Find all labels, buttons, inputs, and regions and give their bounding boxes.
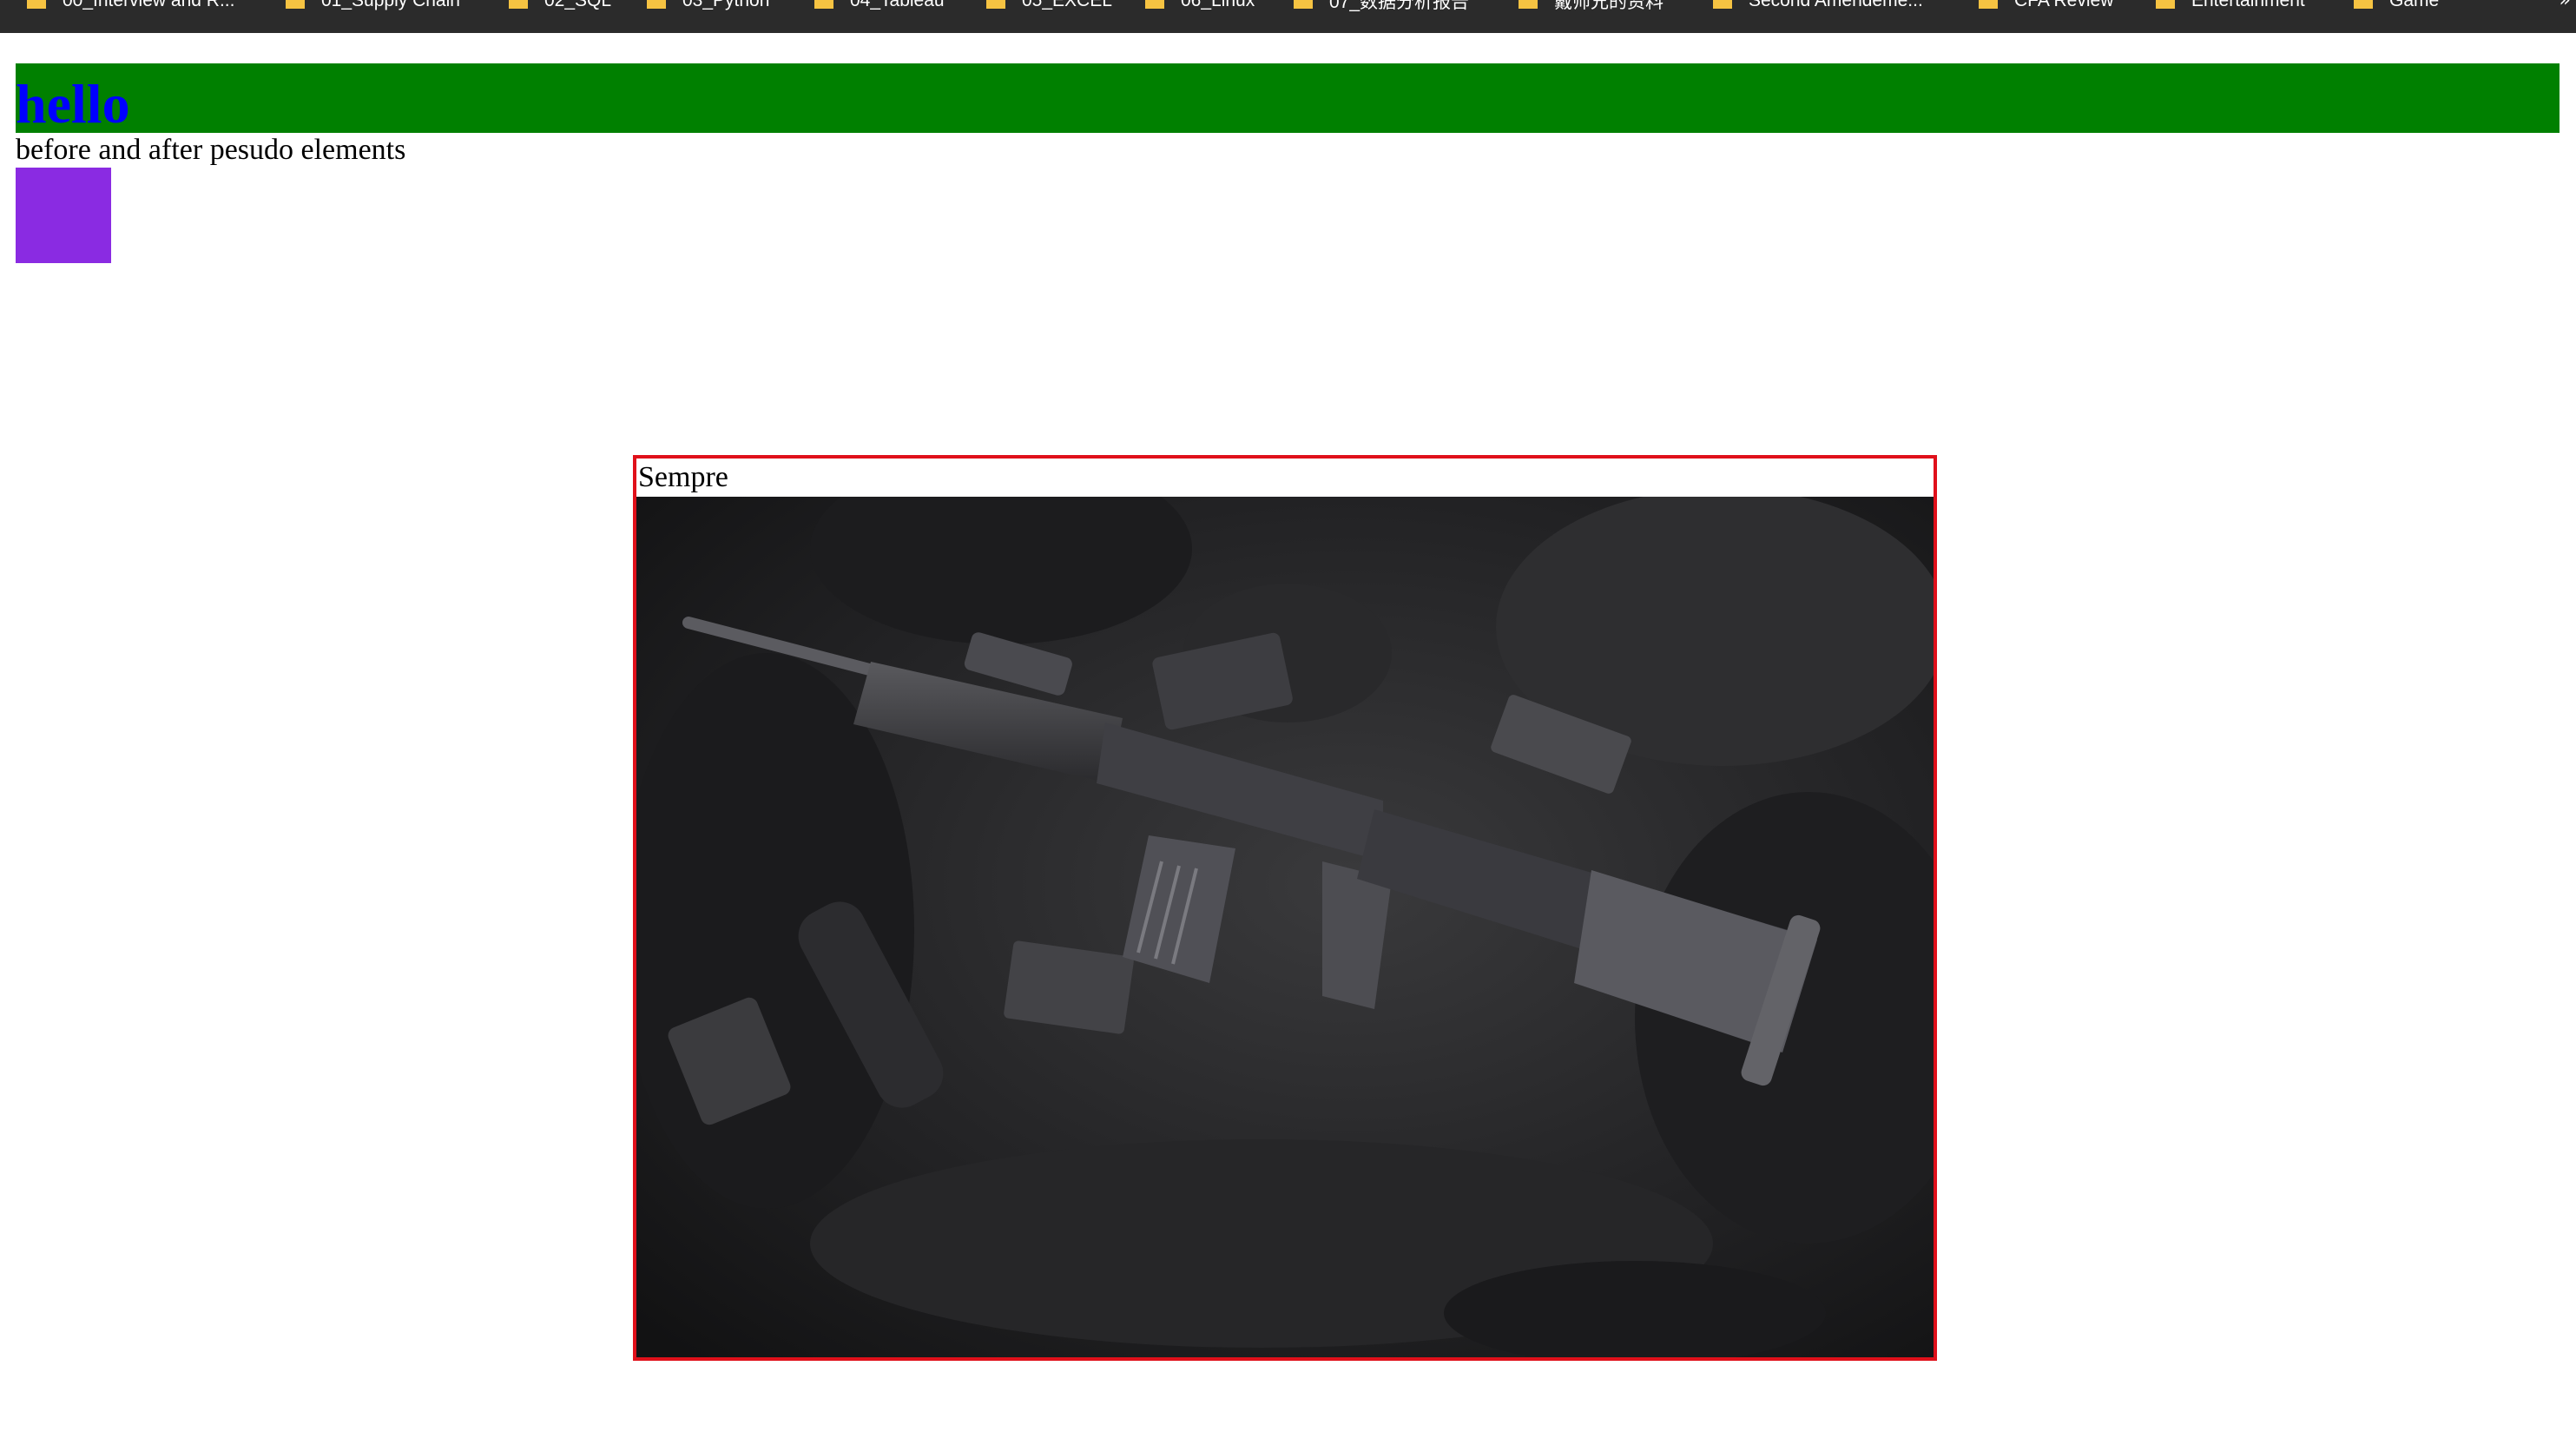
heading-text: hello — [16, 73, 130, 133]
bookmark-label: 01_Supply Chain — [321, 0, 460, 10]
folder-icon — [286, 0, 305, 9]
bookmark-game[interactable]: Game — [2353, 0, 2439, 12]
folder-icon — [814, 0, 833, 9]
bookmark-entertainment[interactable]: Entertainment — [2155, 0, 2305, 12]
bookmark-04-tableau[interactable]: 04_Tableau — [814, 0, 945, 12]
bookmark-label: 00_Interview and R... — [63, 0, 235, 10]
bookmark-label: 03_Python — [682, 0, 770, 10]
bookmark-label: 02_SQL — [544, 0, 612, 10]
folder-icon — [1713, 0, 1732, 9]
folder-icon — [2354, 0, 2373, 9]
rifle-photo — [636, 497, 1934, 1357]
bookmark-label: CFA Review — [2014, 0, 2114, 10]
subtitle-text: before and after pesudo elements — [16, 134, 406, 166]
bookmarks-bar: 00_Interview and R... 01_Supply Chain 02… — [0, 0, 2576, 33]
bookmark-dai-materials[interactable]: 戴师兄的资料 — [1518, 0, 1664, 12]
folder-icon — [27, 0, 46, 9]
bookmark-label: 04_Tableau — [850, 0, 945, 10]
bookmark-label: 戴师兄的资料 — [1554, 0, 1664, 12]
bookmark-label: Game — [2389, 0, 2440, 10]
bookmark-label: 06_Linux — [1181, 0, 1255, 10]
purple-square — [16, 168, 111, 263]
folder-icon — [509, 0, 528, 9]
bookmark-label: Second Amendeme... — [1749, 0, 1923, 10]
bookmark-07-reports[interactable]: 07_数据分析报告 — [1293, 0, 1469, 12]
folder-icon — [1294, 0, 1313, 9]
folder-icon — [1145, 0, 1164, 9]
folder-icon — [986, 0, 1005, 9]
bookmark-label: Entertainment — [2191, 0, 2305, 10]
page-heading: hello — [16, 63, 2560, 133]
image-caption: Sempre — [638, 461, 728, 493]
bookmark-06-linux[interactable]: 06_Linux — [1144, 0, 1255, 12]
bookmarks-overflow-chevron-icon[interactable]: » — [2560, 0, 2571, 11]
bookmark-02-sql[interactable]: 02_SQL — [508, 0, 611, 12]
folder-icon — [2156, 0, 2175, 9]
folder-icon — [1519, 0, 1538, 9]
bookmark-label: 05_EXCEL — [1022, 0, 1112, 10]
bookmark-cfa-review[interactable]: CFA Review — [1978, 0, 2113, 12]
bookmark-label: 07_数据分析报告 — [1329, 0, 1470, 12]
bookmark-second-amendment[interactable]: Second Amendeme... — [1712, 0, 1923, 12]
bookmark-00-interview[interactable]: 00_Interview and R... — [26, 0, 234, 12]
folder-icon — [647, 0, 666, 9]
bookmark-01-supply-chain[interactable]: 01_Supply Chain — [285, 0, 460, 12]
image-card: Sempre — [633, 455, 1937, 1361]
bookmark-05-excel[interactable]: 05_EXCEL — [985, 0, 1112, 12]
bookmark-03-python[interactable]: 03_Python — [646, 0, 769, 12]
folder-icon — [1979, 0, 1998, 9]
